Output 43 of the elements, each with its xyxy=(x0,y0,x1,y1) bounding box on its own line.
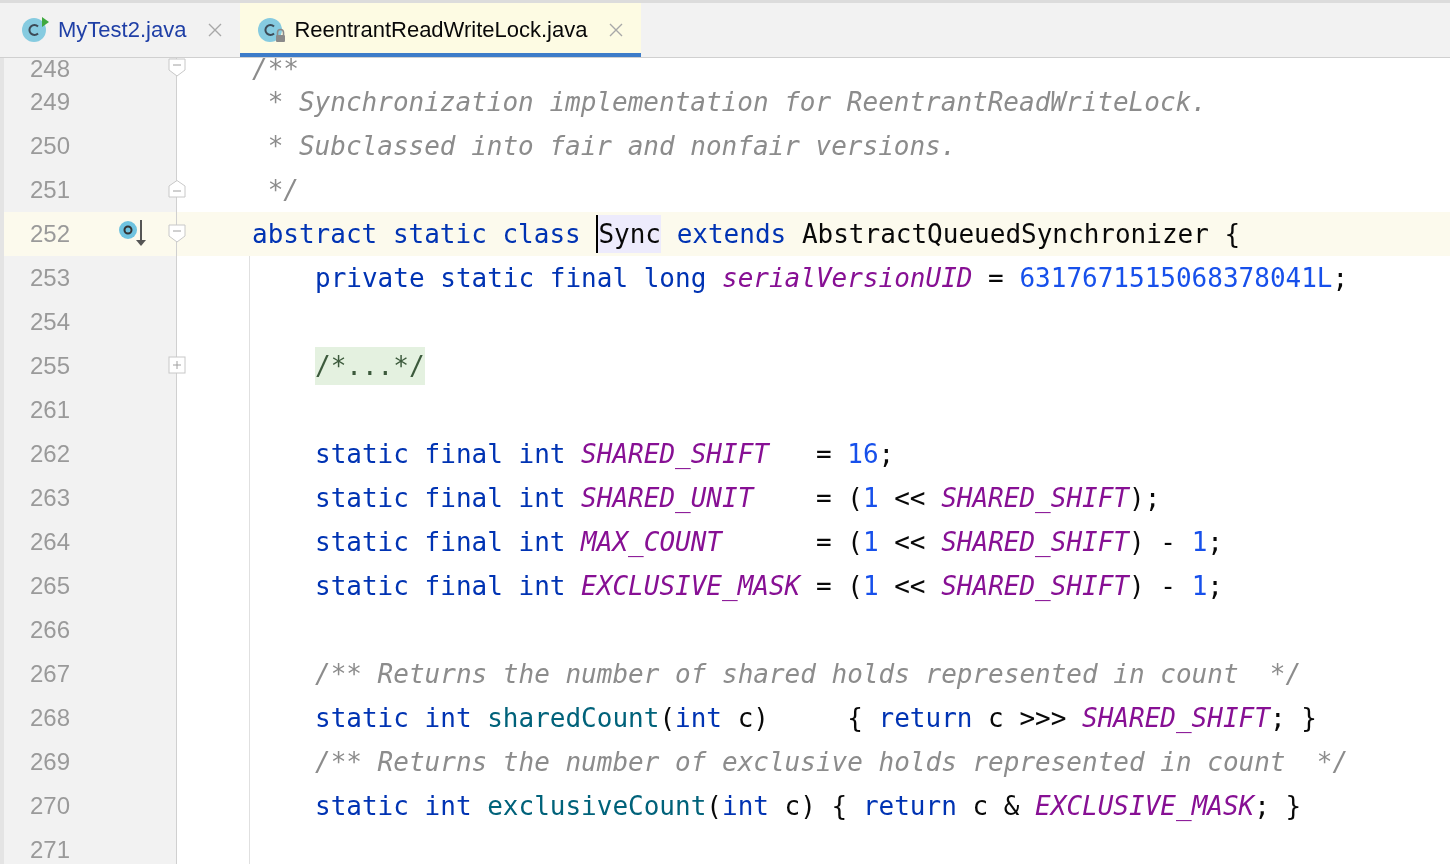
code-line: /** Returns the number of exclusive holds represented in count */ xyxy=(315,747,1349,777)
line-number: 271 xyxy=(28,836,70,864)
class-run-icon xyxy=(20,16,50,44)
line-number: 263 xyxy=(28,484,70,512)
code-line: /** Returns the number of shared holds represented in count */ xyxy=(315,659,1302,689)
code-line: static final int SHARED_UNIT = (1 << SHARED_SHIFT); xyxy=(315,483,1161,513)
collapse-icon[interactable] xyxy=(168,180,186,199)
line-number: 250 xyxy=(28,132,70,160)
code-line: static int sharedCount(int c) { return c >>> SHARED_SHIFT; } xyxy=(315,703,1317,733)
class-lock-icon xyxy=(256,16,287,44)
close-icon xyxy=(208,23,223,37)
code-line: * Subclassed into fair and nonfair versions. xyxy=(266,131,957,161)
line-number: 264 xyxy=(28,528,70,556)
line-number: 266 xyxy=(28,616,70,644)
code-line: * Synchronization implementation for ReentrantReadWriteLock. xyxy=(266,87,1207,117)
line-number: 270 xyxy=(28,792,70,820)
close-icon xyxy=(609,23,624,37)
code-line: */ xyxy=(266,175,299,205)
code-line: static final int MAX_COUNT = (1 << SHARED_SHIFT) - 1; xyxy=(315,527,1223,557)
line-number: 268 xyxy=(28,704,70,732)
line-number: 253 xyxy=(28,264,70,292)
line-number: 251 xyxy=(28,176,70,204)
collapse-icon[interactable] xyxy=(168,58,186,77)
line-number: 265 xyxy=(28,572,70,600)
line-number: 267 xyxy=(28,660,70,688)
override-marker-icon xyxy=(118,218,148,248)
line-number: 255 xyxy=(28,352,70,380)
line-number: 248 xyxy=(28,58,70,80)
code-line: static final int EXCLUSIVE_MASK = (1 << SHARED_SHIFT) - 1; xyxy=(315,571,1223,601)
expand-icon[interactable] xyxy=(168,356,186,375)
line-number: 262 xyxy=(28,440,70,468)
editor-tab[interactable]: MyTest2.java xyxy=(4,3,241,57)
line-number: 252 xyxy=(28,220,70,248)
collapse-icon[interactable] xyxy=(168,224,186,243)
code-line: /** xyxy=(252,58,299,80)
line-number: 254 xyxy=(28,308,70,336)
editor-tab[interactable]: ReentrantReadWriteLock.java xyxy=(240,3,642,57)
line-number: 269 xyxy=(28,748,70,776)
code-line: static int exclusiveCount(int c) { return c & EXCLUSIVE_MASK; } xyxy=(315,791,1302,821)
line-number: 249 xyxy=(28,88,70,116)
line-number: 261 xyxy=(28,396,70,424)
code-line: private static final long serialVersionUID = 6317671515068378041L; xyxy=(315,263,1349,293)
code-line: static final int SHARED_SHIFT = 16; xyxy=(315,439,895,469)
